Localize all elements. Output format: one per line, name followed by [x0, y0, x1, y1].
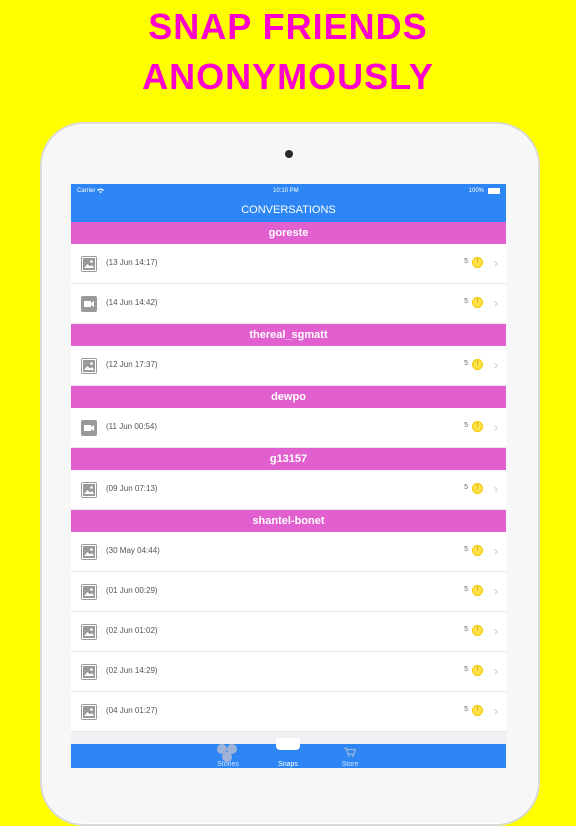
photo-icon: [81, 544, 97, 560]
coin-count: 5: [464, 422, 468, 429]
headline-line-2: ANONYMOUSLY: [142, 56, 434, 97]
coin-icon: !: [472, 585, 483, 596]
snap-row[interactable]: (04 Jun 01:27) 5! ›: [71, 692, 506, 732]
tab-store-label: Store: [341, 761, 359, 768]
tab-snaps-label: Snaps: [278, 761, 298, 768]
chevron-right-icon: ›: [494, 624, 498, 638]
app-screen: Carrier 10:10 PM 100% CONVERSATIONS gore…: [71, 184, 506, 768]
snap-date: (02 Jun 14:29): [106, 666, 158, 675]
snap-row[interactable]: (11 Jun 00:54) 5! ›: [71, 408, 506, 448]
snap-date: (02 Jun 01:02): [106, 626, 158, 635]
photo-icon: [81, 584, 97, 600]
coin-count: 5: [464, 626, 468, 633]
status-bar: Carrier 10:10 PM 100%: [71, 184, 506, 198]
coin-icon: !: [472, 483, 483, 494]
tab-stories[interactable]: Stories: [198, 744, 258, 768]
promo-headline: SNAP FRIENDS ANONYMOUSLY: [0, 0, 576, 102]
tab-snaps[interactable]: Snaps: [258, 744, 318, 768]
snap-date: (12 Jun 17:37): [106, 360, 158, 369]
chevron-right-icon: ›: [494, 296, 498, 310]
clock-label: 10:10 PM: [273, 188, 299, 194]
coin-icon: !: [472, 297, 483, 308]
coin-count: 5: [464, 258, 468, 265]
tab-stories-label: Stories: [217, 761, 239, 768]
photo-icon: [81, 482, 97, 498]
snap-date: (30 May 04:44): [106, 546, 160, 555]
section-header: shantel-bonet: [71, 510, 506, 532]
conversation-list: goreste (13 Jun 14:17) 5! › (14 Jun 14:42) 5!…: [71, 222, 506, 732]
snap-row[interactable]: (13 Jun 14:17) 5! ›: [71, 244, 506, 284]
coin-icon: !: [472, 625, 483, 636]
snap-date: (14 Jun 14:42): [106, 298, 158, 307]
coin-count: 5: [464, 666, 468, 673]
video-icon: [81, 420, 97, 436]
carrier-label: Carrier: [77, 188, 96, 194]
chevron-right-icon: ›: [494, 704, 498, 718]
nav-bar: CONVERSATIONS: [71, 198, 506, 222]
coin-count: 5: [464, 586, 468, 593]
coin-icon: !: [472, 359, 483, 370]
chevron-right-icon: ›: [494, 584, 498, 598]
section-header: goreste: [71, 222, 506, 244]
snap-row[interactable]: (02 Jun 14:29) 5! ›: [71, 652, 506, 692]
coin-icon: !: [472, 665, 483, 676]
photo-icon: [81, 256, 97, 272]
snap-date: (11 Jun 00:54): [106, 422, 157, 431]
coin-count: 5: [464, 546, 468, 553]
chevron-right-icon: ›: [494, 482, 498, 496]
chevron-right-icon: ›: [494, 544, 498, 558]
coin-icon: !: [472, 257, 483, 268]
photo-icon: [81, 358, 97, 374]
camera-icon: [285, 150, 293, 158]
wifi-icon: [97, 188, 104, 195]
battery-label: 100%: [468, 188, 484, 194]
snap-row[interactable]: (30 May 04:44) 5! ›: [71, 532, 506, 572]
tab-store[interactable]: Store: [320, 744, 380, 768]
section-header: dewpo: [71, 386, 506, 408]
snap-date: (09 Jun 07:13): [106, 484, 158, 493]
video-icon: [81, 296, 97, 312]
coin-count: 5: [464, 360, 468, 367]
nav-title: CONVERSATIONS: [241, 204, 336, 216]
chevron-right-icon: ›: [494, 358, 498, 372]
coin-icon: !: [472, 545, 483, 556]
section-header: thereal_sgmatt: [71, 324, 506, 346]
photo-icon: [81, 704, 97, 720]
headline-line-1: SNAP FRIENDS: [148, 6, 428, 47]
section-header: g13157: [71, 448, 506, 470]
chevron-right-icon: ›: [494, 664, 498, 678]
cart-icon: [344, 747, 357, 759]
chevron-right-icon: ›: [494, 256, 498, 270]
snap-row[interactable]: (01 Jun 00:29) 5! ›: [71, 572, 506, 612]
snap-date: (04 Jun 01:27): [106, 706, 158, 715]
snap-date: (01 Jun 00:29): [106, 586, 158, 595]
snap-row[interactable]: (09 Jun 07:13) 5! ›: [71, 470, 506, 510]
coin-icon: !: [472, 421, 483, 432]
chevron-right-icon: ›: [494, 420, 498, 434]
battery-icon: [488, 188, 500, 194]
tab-bar: Stories Snaps Store: [71, 738, 506, 768]
coin-icon: !: [472, 705, 483, 716]
snap-row[interactable]: (02 Jun 01:02) 5! ›: [71, 612, 506, 652]
coin-count: 5: [464, 484, 468, 491]
snap-row[interactable]: (12 Jun 17:37) 5! ›: [71, 346, 506, 386]
snap-date: (13 Jun 14:17): [106, 258, 158, 267]
photo-icon: [81, 664, 97, 680]
snap-row[interactable]: (14 Jun 14:42) 5! ›: [71, 284, 506, 324]
coin-count: 5: [464, 706, 468, 713]
coin-count: 5: [464, 298, 468, 305]
photo-icon: [81, 624, 97, 640]
